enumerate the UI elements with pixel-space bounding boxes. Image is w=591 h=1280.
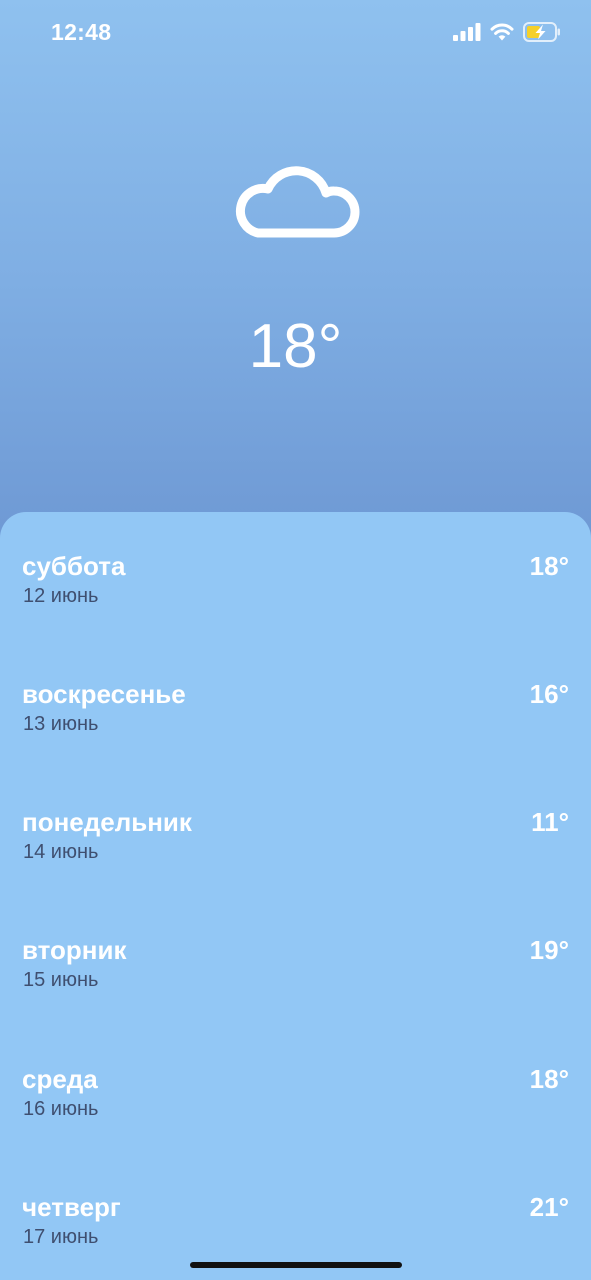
forecast-date: 12 июнь — [23, 585, 99, 607]
forecast-row[interactable]: среда 16 июнь 18° — [0, 1063, 591, 1133]
wifi-icon — [490, 23, 514, 41]
forecast-temperature: 11° — [531, 807, 569, 837]
forecast-temperature: 16° — [529, 679, 569, 709]
forecast-row[interactable]: понедельник 14 июнь 11° — [0, 806, 591, 876]
forecast-day-name: понедельник — [22, 807, 192, 837]
status-icons — [453, 20, 561, 44]
home-indicator[interactable] — [190, 1262, 402, 1268]
forecast-day-name: четверг — [22, 1192, 121, 1222]
forecast-row[interactable]: воскресенье 13 июнь 16° — [0, 678, 591, 748]
current-temperature: 18° — [248, 312, 343, 381]
forecast-day-name: суббота — [22, 551, 126, 581]
forecast-temperature: 18° — [529, 1064, 569, 1094]
forecast-date: 16 июнь — [23, 1098, 99, 1120]
forecast-date: 13 июнь — [23, 713, 99, 735]
weather-screen: 12:48 18° суббота 12 июнь 18° воскресень… — [0, 0, 591, 1280]
cloud-icon — [230, 153, 362, 245]
battery-charging-icon — [523, 22, 561, 42]
forecast-row[interactable]: суббота 12 июнь 18° — [0, 550, 591, 620]
forecast-temperature: 21° — [529, 1192, 569, 1222]
forecast-day-name: вторник — [22, 935, 127, 965]
cellular-signal-icon — [453, 23, 481, 41]
forecast-date: 14 июнь — [23, 841, 99, 863]
forecast-row[interactable]: четверг 17 июнь 21° — [0, 1191, 591, 1261]
forecast-day-name: воскресенье — [22, 679, 186, 709]
forecast-date: 17 июнь — [23, 1226, 99, 1248]
forecast-temperature: 19° — [529, 935, 569, 965]
status-bar: 12:48 — [0, 0, 591, 64]
forecast-date: 15 июнь — [23, 969, 99, 991]
forecast-day-name: среда — [22, 1064, 98, 1094]
forecast-row[interactable]: вторник 15 июнь 19° — [0, 934, 591, 1004]
status-time: 12:48 — [51, 19, 112, 45]
forecast-temperature: 18° — [529, 551, 569, 581]
forecast-panel: суббота 12 июнь 18° воскресенье 13 июнь … — [0, 512, 591, 1280]
